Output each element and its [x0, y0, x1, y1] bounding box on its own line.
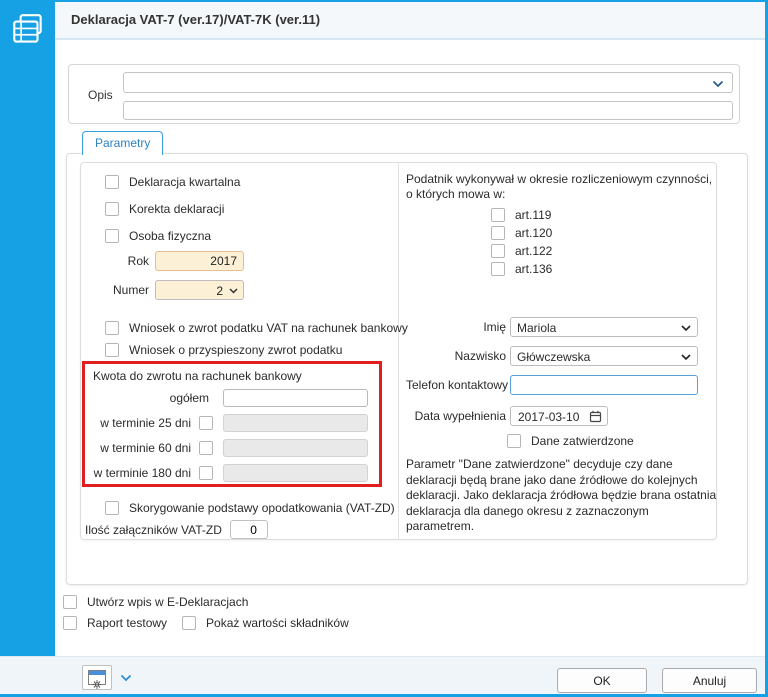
settings-window-icon: [88, 670, 106, 689]
terminie-25-input: [223, 414, 368, 432]
ogolem-label: ogółem: [169, 391, 209, 405]
opis-combobox[interactable]: [123, 72, 733, 93]
kwota-zwrotu-highlight-box: Kwota do zwrotu na rachunek bankowy ogół…: [82, 361, 382, 487]
checkbox-label: art.119: [515, 208, 552, 222]
document-table-icon: [9, 11, 47, 54]
rok-label: Rok: [127, 254, 149, 268]
checkbox-terminie-60[interactable]: [199, 441, 213, 455]
checkbox-label: Wniosek o przyspieszony zwrot podatku: [129, 343, 343, 357]
footer-bar: OK Anuluj: [0, 656, 768, 694]
imie-select[interactable]: Mariola: [510, 317, 698, 337]
dialog-border-top: [0, 0, 768, 2]
left-accent-strip: [0, 0, 55, 697]
chevron-down-icon: [712, 80, 724, 88]
terminie-60-input: [223, 439, 368, 457]
checkbox-label: Deklaracja kwartalna: [129, 175, 241, 189]
data-value: 2017-03-10: [518, 410, 580, 424]
checkbox-label: Wniosek o zwrot podatku VAT na rachunek …: [129, 321, 408, 335]
checkbox-label: art.120: [515, 226, 553, 240]
checkbox-art-122[interactable]: [491, 244, 505, 258]
zalaczniki-input[interactable]: [229, 520, 268, 539]
opis-input[interactable]: [123, 101, 733, 120]
chevron-down-icon: [681, 325, 691, 332]
numer-select[interactable]: 2: [155, 280, 244, 300]
tab-parametry[interactable]: Parametry: [82, 131, 164, 155]
checkbox-korekta-deklaracji[interactable]: [105, 202, 119, 216]
numer-label: Numer: [112, 283, 149, 297]
checkbox-dane-zatwierdzone[interactable]: [507, 434, 521, 448]
cancel-button[interactable]: Anuluj: [662, 668, 757, 693]
checkbox-label: Dane zatwierdzone: [531, 434, 634, 448]
opis-group: Opis: [68, 64, 740, 124]
chevron-down-icon: [681, 354, 691, 361]
podatnik-text: Podatnik wykonywał w okresie rozliczenio…: [406, 172, 713, 201]
terminie-25-label: w terminie 25 dni: [100, 416, 191, 430]
terminie-180-label: w terminie 180 dni: [93, 466, 191, 480]
checkbox-art-136[interactable]: [491, 262, 505, 276]
numer-value: 2: [216, 284, 223, 298]
checkbox-label: Osoba fizyczna: [129, 229, 212, 243]
data-wypelnienia-label: Data wypełnienia: [414, 409, 506, 423]
checkbox-skorygowanie-vat-zd[interactable]: [105, 501, 119, 515]
checkbox-deklaracja-kwartalna[interactable]: [105, 175, 119, 189]
checkbox-label: Pokaż wartości składników: [206, 616, 349, 630]
checkbox-label: Skorygowanie podstawy opodatkowania (VAT…: [129, 501, 395, 515]
dialog-title: Deklaracja VAT-7 (ver.17)/VAT-7K (ver.11…: [71, 12, 321, 27]
checkbox-art-120[interactable]: [491, 226, 505, 240]
ok-button[interactable]: OK: [557, 668, 647, 693]
rok-input[interactable]: [155, 251, 244, 271]
terminie-60-label: w terminie 60 dni: [100, 441, 191, 455]
checkbox-label: art.136: [515, 262, 553, 276]
checkbox-art-119[interactable]: [491, 208, 505, 222]
checkbox-raport-testowy[interactable]: [63, 616, 77, 630]
opis-label: Opis: [88, 88, 113, 102]
imie-value: Mariola: [517, 321, 557, 335]
terminie-180-input: [223, 464, 368, 482]
title-bar: Deklaracja VAT-7 (ver.17)/VAT-7K (ver.11…: [55, 0, 768, 40]
checkbox-osoba-fizyczna[interactable]: [105, 229, 119, 243]
parameters-inner-box: Deklaracja kwartalna Korekta deklaracji …: [80, 162, 717, 540]
nazwisko-label: Nazwisko: [454, 349, 506, 363]
zalaczniki-label: Ilość załączników VAT-ZD: [85, 522, 222, 537]
ogolem-input[interactable]: [223, 389, 368, 407]
settings-chevron-down-icon[interactable]: [120, 670, 132, 685]
parametry-panel: Deklaracja kwartalna Korekta deklaracji …: [66, 153, 748, 585]
checkbox-terminie-180[interactable]: [199, 466, 213, 480]
checkbox-wniosek-przyspieszony[interactable]: [105, 343, 119, 357]
kwota-zwrotu-title: Kwota do zwrotu na rachunek bankowy: [93, 369, 302, 383]
vat-declaration-dialog: Deklaracja VAT-7 (ver.17)/VAT-7K (ver.11…: [0, 0, 768, 697]
checkbox-utworz-edeklaracje[interactable]: [63, 595, 77, 609]
checkbox-label: Raport testowy: [87, 616, 168, 630]
imie-label: Imię: [483, 320, 506, 334]
checkbox-terminie-25[interactable]: [199, 416, 213, 430]
telefon-input[interactable]: [510, 375, 698, 395]
right-column: Podatnik wykonywał w okresie rozliczenio…: [399, 163, 721, 539]
calendar-icon[interactable]: [589, 410, 602, 426]
dane-zatwierdzone-note: Parametr "Dane zatwierdzone" decyduje cz…: [406, 457, 717, 533]
nazwisko-value: Główczewska: [517, 350, 591, 364]
chevron-down-icon: [229, 288, 238, 294]
nazwisko-select[interactable]: Główczewska: [510, 346, 698, 366]
checkbox-pokaz-wartosci[interactable]: [182, 616, 197, 630]
checkbox-label: Korekta deklaracji: [129, 202, 225, 216]
checkbox-wniosek-zwrot-vat[interactable]: [105, 321, 119, 335]
settings-button[interactable]: [82, 665, 112, 690]
data-wypelnienia-input[interactable]: 2017-03-10: [510, 406, 608, 426]
telefon-label: Telefon kontaktowy: [406, 378, 509, 392]
left-column: Deklaracja kwartalna Korekta deklaracji …: [81, 163, 408, 539]
checkbox-label: Utwórz wpis w E-Deklaracjach: [87, 595, 249, 609]
checkbox-label: art.122: [515, 244, 553, 258]
